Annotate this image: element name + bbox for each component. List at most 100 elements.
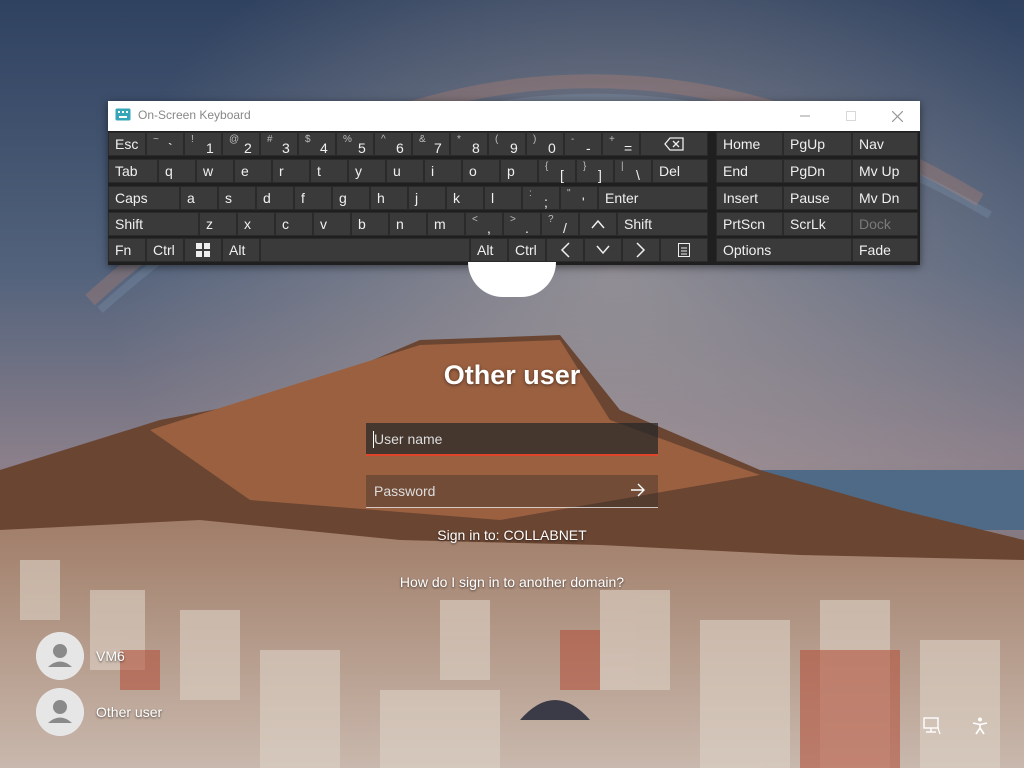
key-mv-dn[interactable]: Mv Dn: [852, 186, 918, 210]
key-c[interactable]: c: [275, 212, 313, 236]
key-bracket-open[interactable]: {[: [538, 159, 576, 183]
key-o[interactable]: o: [462, 159, 500, 183]
key-u[interactable]: u: [386, 159, 424, 183]
key-home[interactable]: Home: [716, 132, 783, 156]
key-f[interactable]: f: [294, 186, 332, 210]
close-button[interactable]: [874, 101, 920, 131]
key-del[interactable]: Del: [652, 159, 708, 183]
key-j[interactable]: j: [408, 186, 446, 210]
key-shift[interactable]: Shift: [108, 212, 199, 236]
key-enter[interactable]: Enter: [598, 186, 708, 210]
key-p[interactable]: p: [500, 159, 538, 183]
arrow-right-icon: [623, 239, 659, 261]
key-pgup[interactable]: PgUp: [783, 132, 852, 156]
key-menu[interactable]: [660, 238, 708, 262]
domain-help-link[interactable]: How do I sign in to another domain?: [0, 574, 1024, 590]
key-shift[interactable]: Shift: [617, 212, 708, 236]
key-z[interactable]: z: [199, 212, 237, 236]
key-backtick[interactable]: ~ `: [146, 132, 184, 156]
accessibility-icon[interactable]: [970, 716, 990, 736]
user-tile-vm6[interactable]: VM6: [36, 632, 236, 680]
key-minus[interactable]: --: [564, 132, 602, 156]
key-label: p: [507, 163, 515, 179]
key-dock[interactable]: Dock: [852, 212, 918, 236]
key-arrow-up[interactable]: [579, 212, 617, 236]
key-end[interactable]: End: [716, 159, 783, 183]
key-r[interactable]: r: [272, 159, 310, 183]
key-pause[interactable]: Pause: [783, 186, 852, 210]
key-insert[interactable]: Insert: [716, 186, 783, 210]
key-0[interactable]: ) 0: [526, 132, 564, 156]
password-input[interactable]: Password: [366, 475, 658, 508]
key-mv-up[interactable]: Mv Up: [852, 159, 918, 183]
key-b[interactable]: b: [351, 212, 389, 236]
key-s[interactable]: s: [218, 186, 256, 210]
title-bar[interactable]: On-Screen Keyboard: [108, 101, 920, 131]
key-semicolon[interactable]: :;: [522, 186, 560, 210]
key-v[interactable]: v: [313, 212, 351, 236]
key-esc[interactable]: Esc: [108, 132, 146, 156]
key-fade[interactable]: Fade: [852, 238, 918, 262]
username-placeholder: User name: [374, 431, 443, 447]
key-caps[interactable]: Caps: [108, 186, 180, 210]
key-pgdn[interactable]: PgDn: [783, 159, 852, 183]
key-label: \: [636, 167, 640, 183]
key-arrow-left[interactable]: [546, 238, 584, 262]
key-n[interactable]: n: [389, 212, 427, 236]
key-label: 5: [358, 140, 366, 156]
key-quote[interactable]: " ': [560, 186, 598, 210]
key-g[interactable]: g: [332, 186, 370, 210]
key-k[interactable]: k: [446, 186, 484, 210]
key-ctrl[interactable]: Ctrl: [146, 238, 184, 262]
key-i[interactable]: i: [424, 159, 462, 183]
key-l[interactable]: l: [484, 186, 522, 210]
key-arrow-down[interactable]: [584, 238, 622, 262]
key-fn[interactable]: Fn: [108, 238, 146, 262]
key-m[interactable]: m: [427, 212, 465, 236]
key-equals[interactable]: + =: [602, 132, 640, 156]
key-1[interactable]: ! 1: [184, 132, 222, 156]
key-tab[interactable]: Tab: [108, 159, 158, 183]
key-q[interactable]: q: [158, 159, 196, 183]
key-slash[interactable]: ? /: [541, 212, 579, 236]
key-space[interactable]: [260, 238, 470, 262]
maximize-button[interactable]: [828, 101, 874, 131]
key-e[interactable]: e: [234, 159, 272, 183]
key-w[interactable]: w: [196, 159, 234, 183]
username-input[interactable]: User name: [366, 423, 658, 456]
network-icon[interactable]: [922, 716, 942, 736]
key-bracket-close[interactable]: }]: [576, 159, 614, 183]
key-7[interactable]: & 7: [412, 132, 450, 156]
key-h[interactable]: h: [370, 186, 408, 210]
key-comma[interactable]: <,: [465, 212, 503, 236]
key-y[interactable]: y: [348, 159, 386, 183]
key-period[interactable]: >.: [503, 212, 541, 236]
key-backspace[interactable]: [640, 132, 708, 156]
key-ctrl[interactable]: Ctrl: [508, 238, 546, 262]
key-8[interactable]: * 8: [450, 132, 488, 156]
user-tile-other-user[interactable]: Other user: [36, 688, 236, 736]
key-4[interactable]: $4: [298, 132, 336, 156]
arrow-right-icon[interactable]: [630, 483, 646, 497]
key-3[interactable]: #3: [260, 132, 298, 156]
key-options[interactable]: Options: [716, 238, 852, 262]
key-label: 7: [434, 140, 442, 156]
key-d[interactable]: d: [256, 186, 294, 210]
minimize-button[interactable]: [782, 101, 828, 131]
key-9[interactable]: (9: [488, 132, 526, 156]
key-arrow-right[interactable]: [622, 238, 660, 262]
key-2[interactable]: @2: [222, 132, 260, 156]
key-windows[interactable]: [184, 238, 222, 262]
key-scrlk[interactable]: ScrLk: [783, 212, 852, 236]
key-x[interactable]: x: [237, 212, 275, 236]
key-5[interactable]: % 5: [336, 132, 374, 156]
key-backslash[interactable]: | \: [614, 159, 652, 183]
key-shift-label: %: [343, 134, 352, 145]
key-alt[interactable]: Alt: [470, 238, 508, 262]
key-nav[interactable]: Nav: [852, 132, 918, 156]
key-a[interactable]: a: [180, 186, 218, 210]
key-prtscn[interactable]: PrtScn: [716, 212, 783, 236]
key-6[interactable]: ^ 6: [374, 132, 412, 156]
key-alt[interactable]: Alt: [222, 238, 260, 262]
key-t[interactable]: t: [310, 159, 348, 183]
